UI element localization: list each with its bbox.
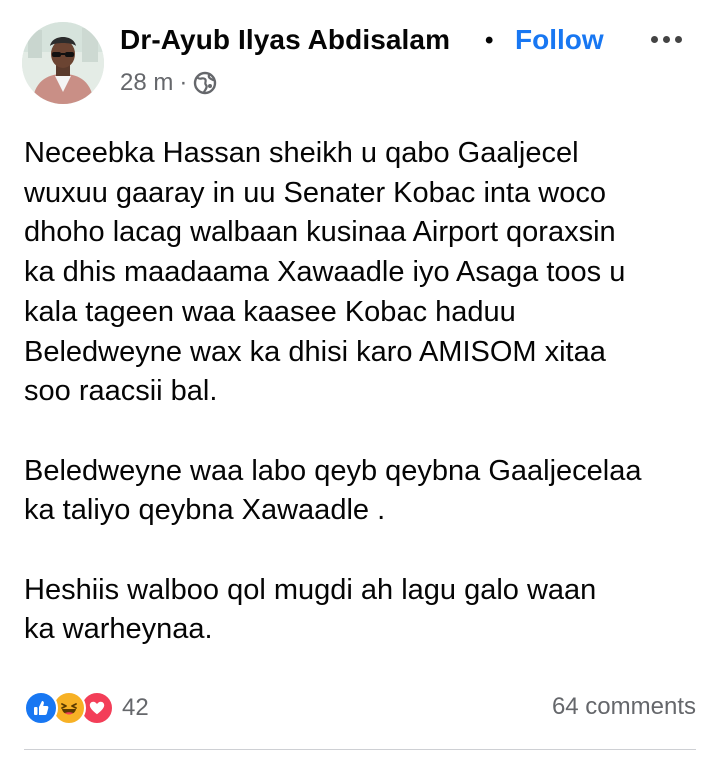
post-line: Heshiis walboo qol mugdi ah lagu galo wa… [24, 573, 597, 606]
more-dot [650, 35, 658, 43]
post-line: ka warheynaa. [24, 613, 213, 646]
globe-icon[interactable] [193, 71, 217, 95]
author-name[interactable]: Dr-Ayub Ilyas Abdisalam [120, 24, 450, 56]
reactions-summary[interactable]: 42 [24, 690, 149, 726]
post-line: dhoho lacag walbaan kusinaa Airport qora… [24, 216, 616, 249]
avatar-photo [22, 22, 104, 104]
post-line: soo raacsii bal. [24, 375, 218, 408]
more-dot [674, 35, 682, 43]
post-line: ka taliyo qeybna Xawaadle . [24, 494, 386, 527]
divider [24, 749, 696, 750]
like-icon [24, 691, 58, 725]
separator-dot: • [485, 27, 494, 54]
more-dot [662, 35, 670, 43]
meta-separator: · [179, 69, 188, 96]
post-body: Neceebka Hassan sheikh u qabo Gaaljecel … [24, 134, 704, 650]
more-options-icon[interactable] [646, 24, 686, 54]
follow-button[interactable]: Follow [515, 24, 604, 56]
post-line: Beledweyne wax ka dhisi karo AMISOM xita… [24, 335, 606, 368]
avatar[interactable] [22, 22, 104, 104]
post-line: kala tageen waa kaasee Kobac haduu [24, 295, 516, 328]
comments-count[interactable]: 64 comments [552, 693, 696, 721]
post-timestamp[interactable]: 28 m [120, 69, 173, 97]
post-line: wuxuu gaaray in uu Senater Kobac inta wo… [24, 176, 606, 209]
post-line: Neceebka Hassan sheikh u qabo Gaaljecel [24, 137, 579, 169]
post-line: ka dhis maadaama Xawaadle iyo Asaga toos… [24, 256, 626, 289]
post-line: Beledweyne waa labo qeyb qeybna Gaaljece… [24, 454, 642, 487]
reaction-count: 42 [122, 694, 149, 721]
post-meta: 28 m · [120, 68, 217, 98]
post-header: Dr-Ayub Ilyas Abdisalam • Follow 28 m · [0, 0, 720, 110]
